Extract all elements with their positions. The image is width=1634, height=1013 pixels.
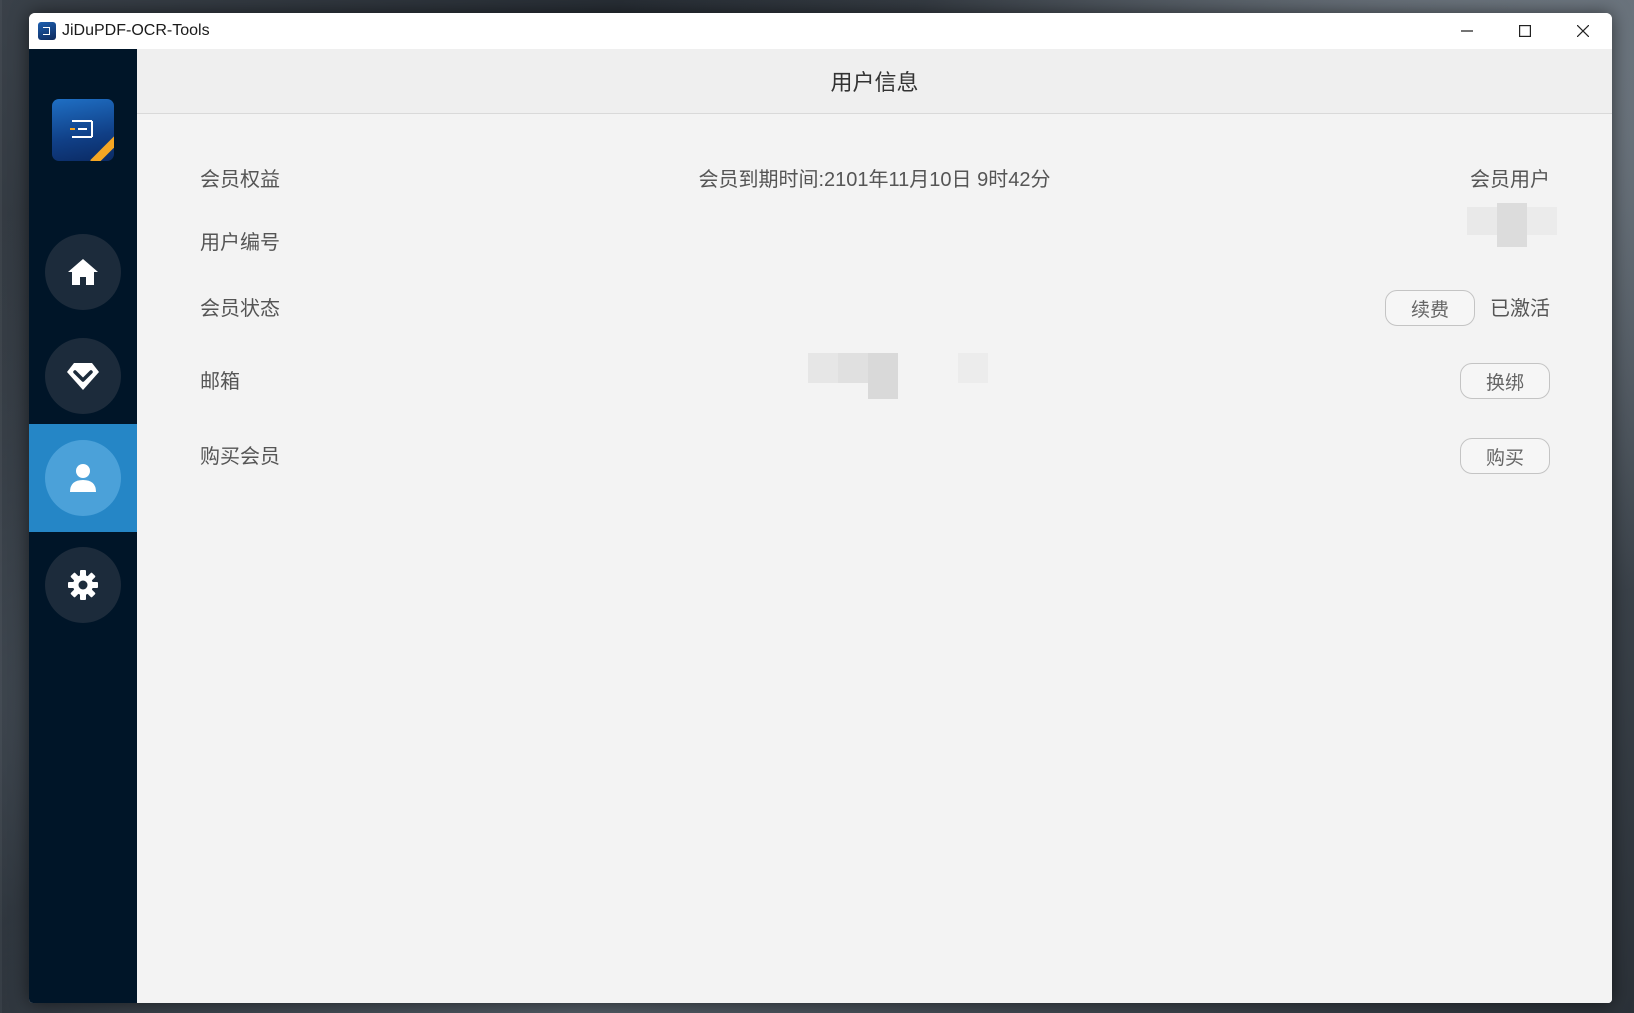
app-window: JiDuPDF-OCR-Tools 用户信息 会员权益 会员到期时间:2101年… bbox=[29, 13, 1612, 1003]
nav-circle bbox=[45, 338, 121, 414]
minimize-button[interactable] bbox=[1438, 13, 1496, 49]
user-id-redacted bbox=[1467, 203, 1557, 249]
page-title: 用户信息 bbox=[137, 49, 1612, 114]
app-logo bbox=[52, 99, 114, 161]
close-icon bbox=[1577, 25, 1589, 37]
sidebar bbox=[29, 49, 137, 1003]
expiry-text: 会员到期时间:2101年11月10日 9时42分 bbox=[698, 169, 1051, 191]
home-icon bbox=[68, 259, 98, 285]
logo-mark-icon bbox=[70, 120, 93, 138]
sidebar-item-vip[interactable] bbox=[29, 322, 137, 430]
user-id-label: 用户编号 bbox=[200, 232, 280, 254]
sidebar-item-user[interactable] bbox=[29, 424, 137, 532]
main-content: 用户信息 会员权益 会员到期时间:2101年11月10日 9时42分 会员用户 … bbox=[137, 49, 1612, 1003]
minimize-icon bbox=[1461, 30, 1473, 32]
close-button[interactable] bbox=[1554, 13, 1612, 49]
app-icon bbox=[38, 22, 56, 40]
status-value: 已激活 bbox=[1490, 298, 1550, 320]
email-row: 邮箱 换绑 bbox=[137, 353, 1612, 402]
window-controls bbox=[1438, 13, 1612, 49]
diamond-icon bbox=[67, 363, 99, 390]
status-label: 会员状态 bbox=[200, 298, 280, 320]
window-title: JiDuPDF-OCR-Tools bbox=[62, 22, 210, 39]
gear-icon bbox=[68, 570, 98, 600]
status-row: 会员状态 续费 已激活 bbox=[137, 289, 1612, 329]
nav-circle bbox=[45, 440, 121, 516]
maximize-button[interactable] bbox=[1496, 13, 1554, 49]
buy-button[interactable]: 购买 bbox=[1460, 438, 1550, 474]
sidebar-item-home[interactable] bbox=[29, 218, 137, 326]
title-bar: JiDuPDF-OCR-Tools bbox=[29, 13, 1612, 49]
sidebar-item-settings[interactable] bbox=[29, 531, 137, 639]
purchase-row: 购买会员 购买 bbox=[137, 437, 1612, 477]
email-label: 邮箱 bbox=[200, 371, 240, 393]
nav-circle bbox=[45, 547, 121, 623]
user-type-text: 会员用户 bbox=[1470, 169, 1550, 191]
user-id-row: 用户编号 bbox=[137, 203, 1612, 263]
renew-button[interactable]: 续费 bbox=[1385, 290, 1475, 326]
purchase-label: 购买会员 bbox=[200, 446, 280, 468]
email-redacted bbox=[808, 353, 988, 401]
rebind-button[interactable]: 换绑 bbox=[1460, 363, 1550, 399]
maximize-icon bbox=[1519, 25, 1531, 37]
nav-circle bbox=[45, 234, 121, 310]
user-icon bbox=[70, 464, 96, 492]
benefits-row: 会员权益 会员到期时间:2101年11月10日 9时42分 会员用户 bbox=[137, 160, 1612, 200]
